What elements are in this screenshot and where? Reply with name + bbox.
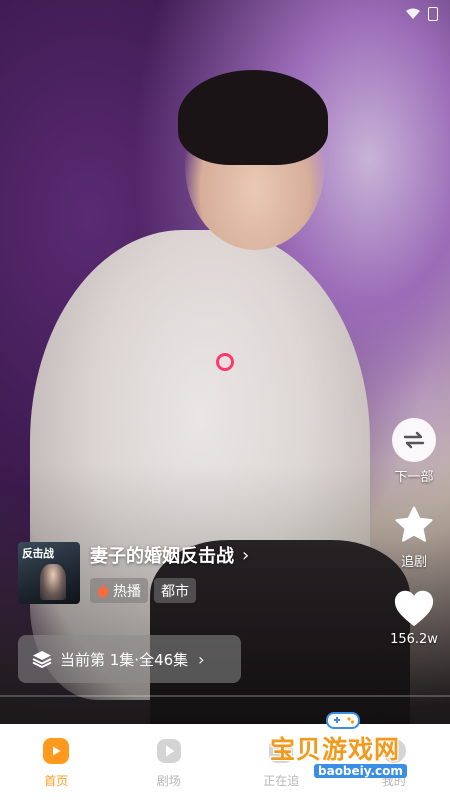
follow-button[interactable]: 追剧 xyxy=(392,503,436,570)
drama-text: 妻子的婚姻反击战 › 热播 都市 xyxy=(90,542,249,604)
layers-icon xyxy=(32,651,52,668)
tag-hot-label: 热播 xyxy=(113,583,141,600)
next-drama-label: 下一部 xyxy=(394,470,434,485)
follow-label: 追剧 xyxy=(400,555,427,570)
chevron-right-icon: › xyxy=(242,544,250,566)
home-play-icon xyxy=(43,738,70,764)
tap-indicator xyxy=(216,353,234,371)
tab-home-label: 首页 xyxy=(44,774,69,788)
episode-selector[interactable]: 当前第 1集·全46集 › xyxy=(18,635,241,683)
poster-person xyxy=(40,564,66,600)
heart-icon xyxy=(394,590,434,627)
site-watermark: 宝贝游戏网 baobeiy.com xyxy=(262,708,422,780)
status-bar xyxy=(0,0,450,28)
episode-info: 当前第 1集·全46集 xyxy=(60,650,189,669)
drama-tags: 热播 都市 xyxy=(90,578,249,603)
tag-city[interactable]: 都市 xyxy=(154,578,196,603)
action-column: 下一部 追剧 156.2w xyxy=(390,418,438,665)
status-icons xyxy=(406,7,438,21)
watermark-text: 宝贝游戏网 xyxy=(270,735,401,764)
like-button[interactable]: 156.2w xyxy=(390,588,438,647)
gamepad-icon xyxy=(326,712,360,729)
watermark-url: baobeiy.com xyxy=(314,764,407,778)
drama-title: 妻子的婚姻反击战 xyxy=(90,546,234,567)
video-player[interactable] xyxy=(0,0,450,724)
tag-city-label: 都市 xyxy=(161,583,189,600)
drama-info: 反击战 妻子的婚姻反击战 › 热播 都市 xyxy=(18,542,249,604)
next-drama-button[interactable]: 下一部 xyxy=(392,418,436,485)
theater-play-icon xyxy=(156,738,182,764)
wifi-icon xyxy=(406,8,420,19)
like-count: 156.2w xyxy=(390,632,438,647)
tab-theater[interactable]: 剧场 xyxy=(113,724,226,800)
tab-theater-label: 剧场 xyxy=(156,774,181,788)
tab-home[interactable]: 首页 xyxy=(0,724,113,800)
battery-icon xyxy=(428,7,438,21)
fire-icon xyxy=(98,583,108,598)
drama-title-link[interactable]: 妻子的婚姻反击战 › xyxy=(90,542,249,568)
drama-poster[interactable]: 反击战 xyxy=(18,542,80,604)
video-figure-hair xyxy=(178,70,328,165)
star-icon xyxy=(395,506,433,542)
tag-hot[interactable]: 热播 xyxy=(90,578,148,603)
video-progress-bar[interactable] xyxy=(0,695,450,697)
chevron-right-icon: › xyxy=(198,649,205,669)
next-circle xyxy=(392,418,436,462)
swap-icon xyxy=(403,431,425,449)
poster-title: 反击战 xyxy=(22,547,54,560)
